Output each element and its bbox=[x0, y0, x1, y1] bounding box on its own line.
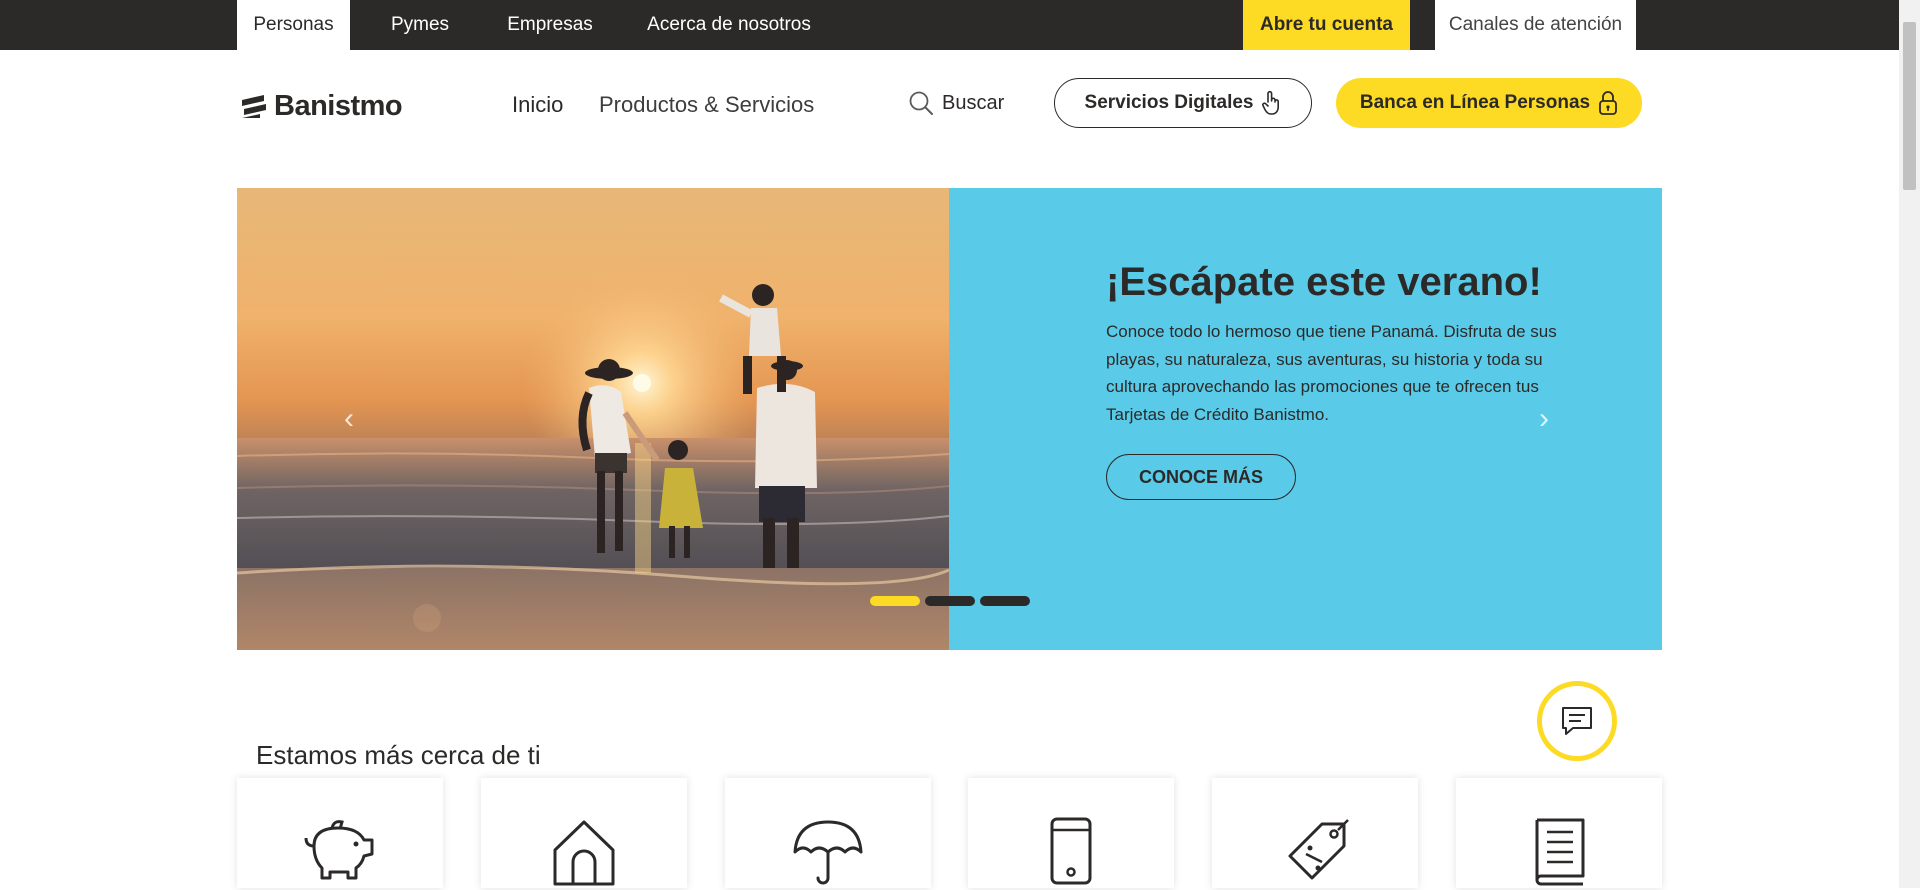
hero-description: Conoce todo lo hermoso que tiene Panamá.… bbox=[1106, 322, 1557, 424]
tab-acerca-de-nosotros[interactable]: Acerca de nosotros bbox=[632, 0, 826, 50]
carousel-indicators bbox=[870, 596, 1030, 606]
chat-icon bbox=[1562, 707, 1592, 735]
card-home[interactable] bbox=[481, 778, 687, 888]
card-savings[interactable] bbox=[237, 778, 443, 888]
online-banking-button[interactable]: Banca en Línea Personas bbox=[1336, 78, 1642, 128]
card-promotions[interactable] bbox=[1212, 778, 1418, 888]
umbrella-icon bbox=[793, 820, 863, 885]
hand-pointer-icon bbox=[1262, 90, 1280, 115]
card-education[interactable] bbox=[1456, 778, 1662, 888]
price-tag-icon bbox=[1288, 819, 1349, 880]
page-scrollbar[interactable] bbox=[1899, 0, 1920, 888]
top-navigation-bar: Personas Pymes Empresas Acerca de nosotr… bbox=[0, 0, 1920, 50]
tab-empresas[interactable]: Empresas bbox=[490, 0, 610, 50]
card-insurance[interactable] bbox=[725, 778, 931, 888]
card-mobile[interactable] bbox=[968, 778, 1174, 888]
search-label: Buscar bbox=[942, 91, 1005, 114]
digital-services-button[interactable]: Servicios Digitales bbox=[1054, 78, 1312, 128]
chat-button[interactable] bbox=[1537, 681, 1617, 761]
book-icon bbox=[1535, 818, 1585, 886]
banistmo-logo-icon bbox=[242, 95, 266, 118]
tab-personas[interactable]: Personas bbox=[237, 0, 350, 50]
digital-services-label: Servicios Digitales bbox=[1084, 92, 1254, 113]
open-account-button[interactable]: Abre tu cuenta bbox=[1243, 0, 1410, 50]
logo-text: Banistmo bbox=[274, 89, 403, 122]
tab-pymes[interactable]: Pymes bbox=[370, 0, 470, 50]
hero-cta-button[interactable]: CONOCE MÁS bbox=[1106, 454, 1296, 500]
hero-cta-label: CONOCE MÁS bbox=[1138, 466, 1263, 487]
smartphone-icon bbox=[1050, 817, 1092, 885]
customer-channels-link[interactable]: Canales de atención bbox=[1435, 0, 1636, 50]
carousel-dot-2[interactable] bbox=[925, 596, 975, 606]
nav-productos-servicios[interactable]: Productos & Servicios bbox=[599, 92, 814, 118]
hero-title: ¡Escápate este verano! bbox=[1106, 260, 1542, 304]
carousel-prev-arrow[interactable]: ‹ bbox=[344, 402, 354, 436]
search-button[interactable]: Buscar bbox=[908, 90, 1004, 116]
carousel-dot-3[interactable] bbox=[980, 596, 1030, 606]
piggy-bank-icon bbox=[304, 820, 374, 880]
online-banking-label: Banca en Línea Personas bbox=[1359, 92, 1591, 113]
house-icon bbox=[553, 820, 615, 886]
section-title: Estamos más cerca de ti bbox=[256, 740, 541, 770]
banistmo-logo[interactable]: Banistmo bbox=[240, 86, 403, 126]
nav-inicio[interactable]: Inicio bbox=[512, 92, 563, 118]
search-icon bbox=[909, 91, 933, 115]
lock-icon bbox=[1599, 91, 1618, 115]
scrollbar-thumb[interactable] bbox=[1903, 22, 1916, 190]
carousel-dot-1[interactable] bbox=[870, 596, 920, 606]
